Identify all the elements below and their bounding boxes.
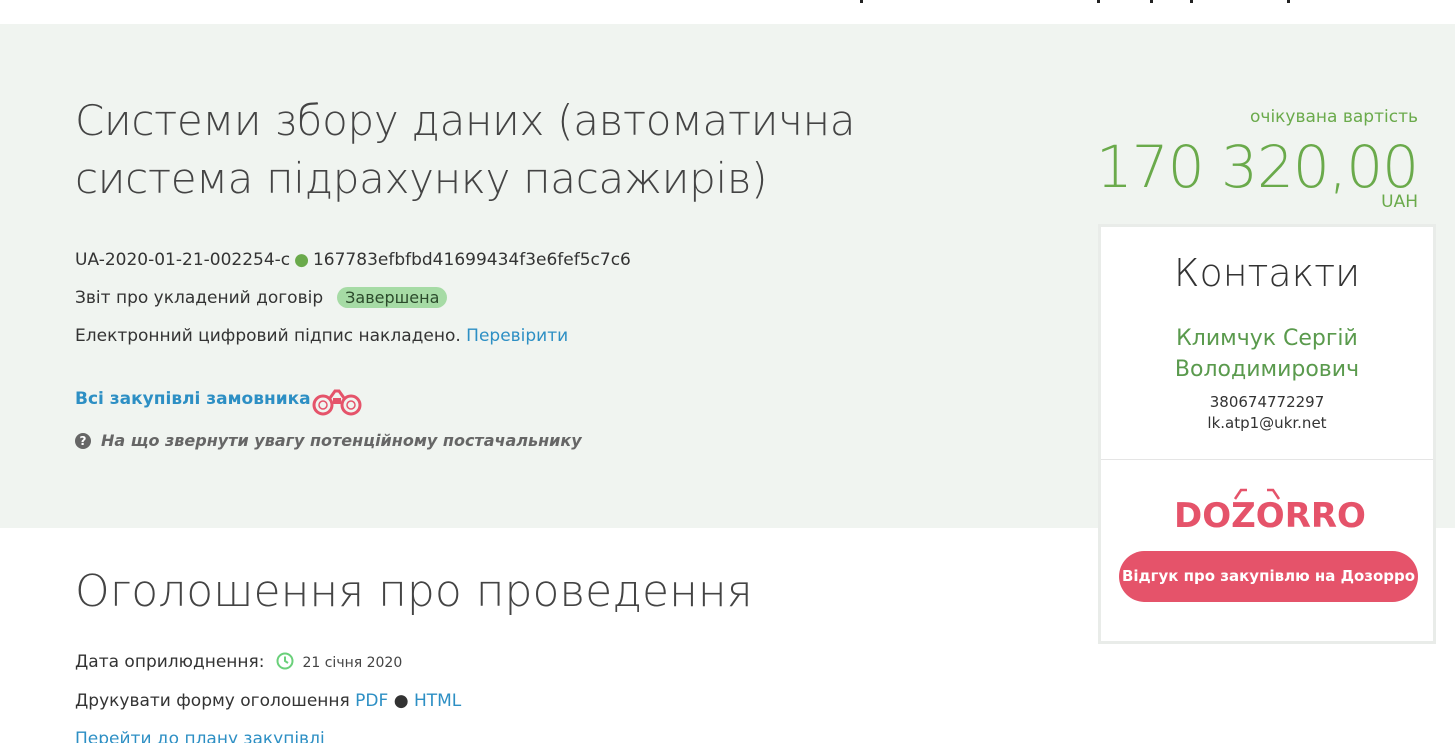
print-form-row: Друкувати форму оголошення PDF ● HTML bbox=[75, 691, 461, 711]
verify-signature-link[interactable]: Перевірити bbox=[466, 326, 568, 346]
bullet: ● bbox=[294, 250, 309, 270]
price-amount: 170 320,00 bbox=[1095, 133, 1419, 201]
publication-date-label: Дата оприлюднення: bbox=[75, 652, 265, 672]
publication-date: 21 січня 2020 bbox=[302, 655, 403, 671]
dozorro-feedback-button[interactable]: Відгук про закупівлю на Дозорро bbox=[1119, 551, 1418, 602]
hint-text: На що звернути увагу потенційному постач… bbox=[101, 431, 582, 450]
print-pdf-link[interactable]: PDF bbox=[355, 691, 388, 711]
dozorro-logo-text: DOZORRO bbox=[1174, 496, 1366, 533]
tender-id: UA-2020-01-21-002254-c bbox=[75, 250, 291, 270]
contact-name: Климчук Сергій Володимирович bbox=[1174, 326, 1360, 382]
top-bar-mark bbox=[1287, 0, 1290, 3]
print-form-label: Друкувати форму оголошення bbox=[75, 691, 350, 711]
binoculars-icon[interactable] bbox=[310, 386, 364, 416]
top-bar-mark bbox=[1150, 0, 1153, 3]
top-bar-mark bbox=[860, 0, 863, 3]
supplier-hint[interactable]: ? На що звернути увагу потенційному поста… bbox=[75, 431, 582, 450]
bullet: ● bbox=[393, 691, 409, 711]
question-circle-icon: ? bbox=[75, 433, 91, 449]
signature-row: Електронний цифровий підпис накладено. П… bbox=[75, 326, 568, 346]
announcement-heading: Оголошення про проведення bbox=[75, 566, 753, 617]
contacts-card: Контакти Климчук Сергій Володимирович 38… bbox=[1098, 224, 1436, 644]
price-label: очікувана вартість bbox=[1250, 107, 1418, 127]
publication-date-row: Дата оприлюднення: 21 січня 2020 bbox=[75, 652, 402, 672]
procurement-plan-link[interactable]: Перейти до плану закупівлі bbox=[75, 729, 325, 743]
clock-icon bbox=[276, 652, 294, 670]
dozorro-logo[interactable]: DOZORRO bbox=[1173, 487, 1367, 533]
tender-hash: 167783efbfbd41699434f3e6fef5c7c6 bbox=[312, 250, 631, 270]
top-bar-mark bbox=[1097, 0, 1100, 3]
tender-id-row: UA-2020-01-21-002254-c ● 167783efbfbd41699… bbox=[75, 250, 631, 270]
tender-type: Звіт про укладений договір bbox=[75, 288, 324, 308]
signature-text: Електронний цифровий підпис накладено. bbox=[75, 326, 461, 346]
print-html-link[interactable]: HTML bbox=[414, 691, 461, 711]
contact-email: lk.atp1@ukr.net bbox=[1207, 414, 1327, 432]
contacts-heading: Контакти bbox=[1173, 251, 1361, 295]
tender-title: Системи збору даних (автоматична система… bbox=[75, 96, 856, 203]
top-bar bbox=[0, 0, 1455, 24]
tender-type-row: Звіт про укладений договір Завершена bbox=[75, 287, 448, 308]
top-bar-mark bbox=[1190, 0, 1193, 3]
status-badge: Завершена bbox=[337, 287, 448, 308]
price-currency: UAH bbox=[1381, 192, 1418, 212]
all-purchases-link[interactable]: Всі закупівлі замовника bbox=[75, 389, 311, 409]
divider bbox=[1101, 459, 1433, 460]
contact-phone: 380674772297 bbox=[1209, 393, 1325, 411]
